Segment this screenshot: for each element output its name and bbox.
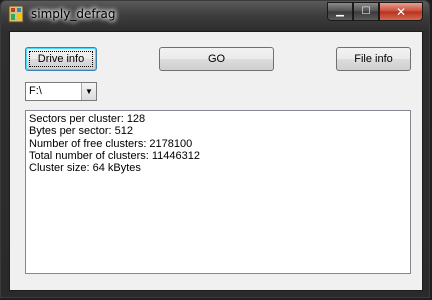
minimize-icon: ▁	[336, 6, 344, 17]
output-textarea[interactable]: Sectors per cluster: 128 Bytes per secto…	[25, 110, 411, 274]
go-label: GO	[207, 53, 226, 65]
chevron-down-icon[interactable]: ▼	[81, 83, 96, 100]
app-window: simply_defrag ▁ ☐ ✕ Drive info GO File i…	[0, 0, 430, 298]
output-line: Number of free clusters: 2178100	[29, 137, 193, 150]
client-area: Drive info GO File info F:\ ▼ Sectors pe…	[9, 31, 423, 291]
output-line: Total number of clusters: 11446312	[29, 149, 201, 162]
drive-select-value: F:\	[29, 85, 42, 97]
output-line: Sectors per cluster: 128	[29, 113, 146, 125]
file-info-label: File info	[354, 53, 393, 65]
output-line: Bytes per sector: 512	[29, 125, 133, 138]
focus-rect	[29, 51, 93, 67]
output-line: Cluster size: 64 kBytes	[29, 162, 141, 175]
drive-select[interactable]: F:\ ▼	[25, 82, 97, 101]
caption-buttons: ▁ ☐ ✕	[327, 2, 423, 21]
title-bar[interactable]: simply_defrag ▁ ☐ ✕	[1, 1, 429, 32]
drive-info-button[interactable]: Drive info	[25, 47, 97, 71]
close-button[interactable]: ✕	[379, 2, 423, 21]
maximize-button[interactable]: ☐	[353, 2, 379, 21]
go-button[interactable]: GO	[159, 47, 274, 71]
close-icon: ✕	[395, 4, 407, 19]
window-title: simply_defrag	[31, 7, 116, 21]
app-icon	[8, 5, 24, 23]
maximize-icon: ☐	[361, 6, 371, 17]
minimize-button[interactable]: ▁	[327, 2, 353, 21]
file-info-button[interactable]: File info	[336, 47, 411, 71]
